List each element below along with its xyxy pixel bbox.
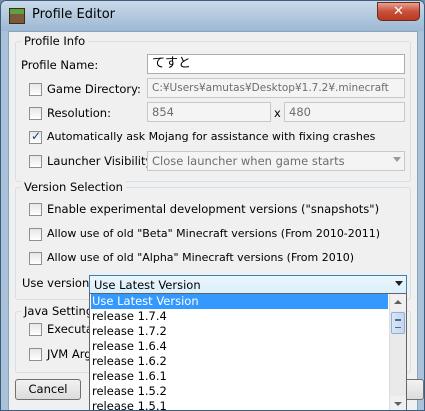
use-version-select[interactable]: Use Latest Version xyxy=(89,275,407,295)
scroll-up-icon[interactable] xyxy=(390,294,406,311)
app-icon xyxy=(9,8,25,24)
profile-name-input[interactable]: てすと xyxy=(147,54,405,74)
game-directory-checkbox[interactable] xyxy=(29,83,42,96)
version-dropdown-list[interactable]: Use Latest Version release 1.7.4 release… xyxy=(89,293,407,410)
profile-editor-window: Profile Editor ✕ Profile Info Profile Na… xyxy=(0,0,425,411)
use-version-label: Use version: xyxy=(22,276,94,290)
profile-info-title: Profile Info xyxy=(21,34,89,48)
version-option[interactable]: release 1.5.2 xyxy=(91,384,388,399)
game-directory-input[interactable]: C:¥Users¥amutas¥Desktop¥1.7.2¥.minecraft xyxy=(147,78,405,98)
auto-ask-checkbox[interactable] xyxy=(29,129,42,144)
use-version-value: Use Latest Version xyxy=(94,278,201,292)
scroll-down-icon[interactable] xyxy=(390,396,406,410)
launcher-visibility-value: Close launcher when game starts xyxy=(152,154,345,168)
snapshots-label: Enable experimental development versions… xyxy=(47,202,380,216)
alpha-checkbox[interactable] xyxy=(29,252,42,265)
version-option[interactable]: release 1.7.4 xyxy=(91,309,388,324)
close-icon: ✕ xyxy=(393,4,404,19)
scroll-thumb[interactable] xyxy=(391,312,405,334)
combo-arrow-icon xyxy=(395,281,403,286)
version-option[interactable]: Use Latest Version xyxy=(91,294,388,309)
launcher-visibility-label: Launcher Visibility: xyxy=(47,154,156,168)
version-option[interactable]: release 1.5.1 xyxy=(91,399,388,410)
resolution-separator: x xyxy=(274,106,281,120)
resolution-label: Resolution: xyxy=(47,106,111,120)
jvm-args-checkbox[interactable] xyxy=(29,348,42,361)
resolution-height-input[interactable]: 480 xyxy=(284,102,405,122)
window-title: Profile Editor xyxy=(32,7,116,22)
version-option[interactable]: release 1.7.2 xyxy=(91,324,388,339)
profile-name-label: Profile Name: xyxy=(21,58,99,72)
snapshots-checkbox[interactable] xyxy=(29,203,42,216)
version-selection-title: Version Selection xyxy=(21,180,126,194)
title-bar[interactable]: Profile Editor ✕ xyxy=(1,1,424,31)
save-button-partial[interactable] xyxy=(404,379,424,400)
game-directory-label: Game Directory: xyxy=(47,82,141,96)
beta-checkbox[interactable] xyxy=(29,228,42,241)
jvm-args-label: JVM Arg xyxy=(47,347,92,361)
resolution-checkbox[interactable] xyxy=(29,107,42,120)
dropdown-scrollbar[interactable] xyxy=(389,294,406,410)
auto-ask-label: Automatically ask Mojang for assistance … xyxy=(47,130,376,143)
version-option[interactable]: release 1.6.1 xyxy=(91,369,388,384)
combo-arrow-icon xyxy=(393,157,401,162)
version-option[interactable]: release 1.6.4 xyxy=(91,339,388,354)
alpha-label: Allow use of old "Alpha" Minecraft versi… xyxy=(47,251,355,264)
launcher-visibility-checkbox[interactable] xyxy=(29,155,42,168)
close-button[interactable]: ✕ xyxy=(377,2,420,21)
resolution-width-input[interactable]: 854 xyxy=(147,102,271,122)
launcher-visibility-select[interactable]: Close launcher when game starts xyxy=(147,151,405,171)
executable-checkbox[interactable] xyxy=(29,323,42,336)
cancel-button[interactable]: Cancel xyxy=(15,379,81,400)
java-settings-title: Java Setting xyxy=(21,304,97,318)
version-option[interactable]: release 1.6.2 xyxy=(91,354,388,369)
beta-label: Allow use of old "Beta" Minecraft versio… xyxy=(47,227,381,240)
